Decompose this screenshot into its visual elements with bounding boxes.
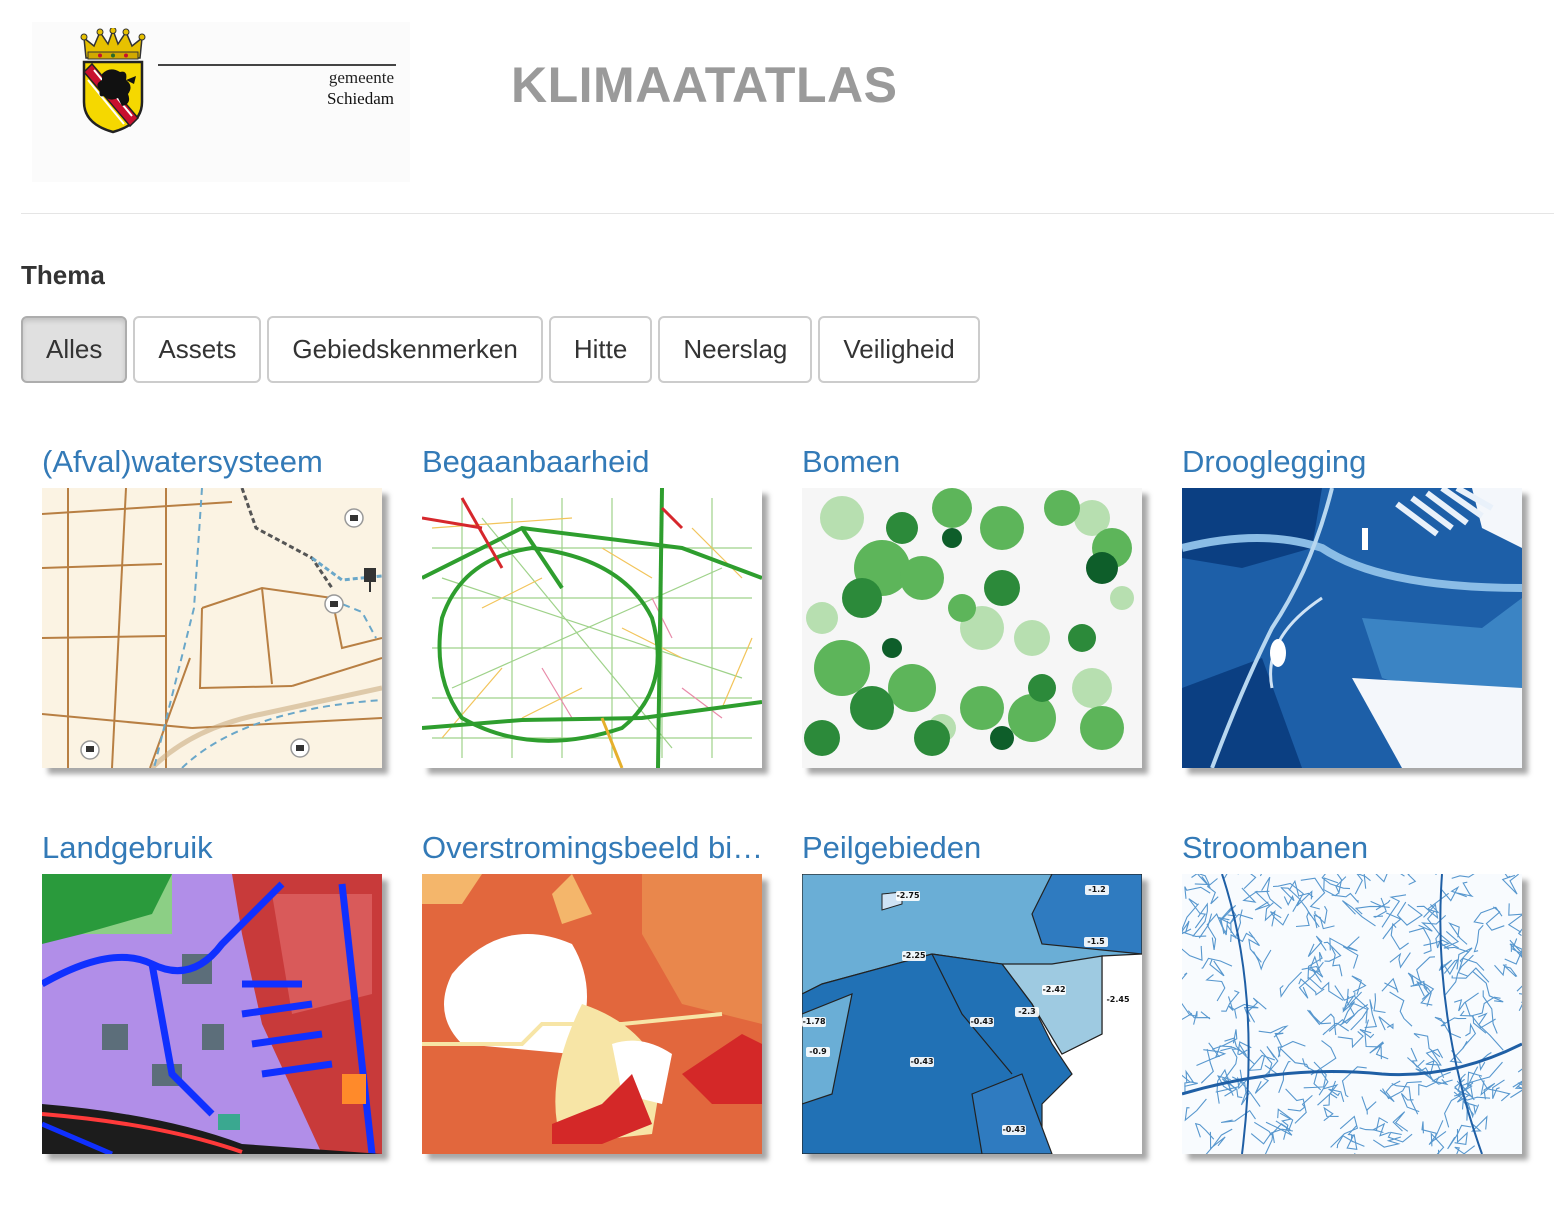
map-title-drooglegging[interactable]: Drooglegging (1182, 444, 1524, 480)
logo-rule (158, 64, 396, 66)
filter-alles-button[interactable]: Alles (21, 316, 128, 383)
map-tile-peilgebieden: Peilgebieden -2.75 -1.2 -1.5 -2.25 -2.42 -2.4… (802, 830, 1144, 1156)
logo-text-gemeente: gemeente (328, 68, 394, 87)
peil-level-label: -1.78 (802, 1017, 825, 1026)
map-thumbnail-overstromingsbeeld[interactable] (422, 874, 762, 1154)
filter-gebiedskenmerken-button[interactable]: Gebiedskenmerken (267, 316, 543, 383)
filter-neerslag-button[interactable]: Neerslag (658, 316, 813, 383)
map-thumbnail-drooglegging[interactable] (1182, 488, 1522, 768)
map-tile-begaanbaarheid: Begaanbaarheid (422, 444, 764, 770)
site-title: KLIMAATATLAS (511, 57, 898, 113)
theme-filter-group: Alles Assets Gebiedskenmerken Hitte Neer… (21, 316, 980, 383)
thema-label: Thema (21, 260, 105, 290)
map-title-stroombanen[interactable]: Stroombanen (1182, 830, 1524, 866)
map-thumbnail-begaanbaarheid[interactable] (422, 488, 762, 768)
peil-level-label: -0.43 (910, 1057, 933, 1066)
peil-level-label: -1.5 (1087, 937, 1105, 946)
map-title-afvalwatersysteem[interactable]: (Afval)watersysteem (42, 444, 384, 480)
map-title-bomen[interactable]: Bomen (802, 444, 1144, 480)
map-thumbnail-afvalwatersysteem[interactable] (42, 488, 382, 768)
map-tile-landgebruik: Landgebruik (42, 830, 384, 1156)
map-tile-stroombanen: Stroombanen (1182, 830, 1524, 1156)
header-divider (21, 213, 1554, 214)
map-thumbnail-peilgebieden[interactable]: -2.75 -1.2 -1.5 -2.25 -2.42 -2.45 -2.3 -0.43 -1.… (802, 874, 1142, 1154)
map-title-begaanbaarheid[interactable]: Begaanbaarheid (422, 444, 764, 480)
map-thumbnail-landgebruik[interactable] (42, 874, 382, 1154)
filter-assets-button[interactable]: Assets (133, 316, 262, 383)
peil-level-label: -0.43 (970, 1017, 993, 1026)
peil-level-label: -0.9 (809, 1047, 827, 1056)
peil-level-label: -2.75 (896, 891, 919, 900)
map-tile-bomen: Bomen (802, 444, 1144, 770)
map-tile-drooglegging: Drooglegging (1182, 444, 1524, 770)
schiedam-crest-icon (80, 28, 146, 134)
map-title-landgebruik[interactable]: Landgebruik (42, 830, 384, 866)
peil-level-label: -2.42 (1042, 985, 1065, 994)
logo-text-schiedam: Schiedam (326, 89, 394, 108)
page-header: gemeente Schiedam KLIMAATATLAS (0, 0, 1554, 214)
peil-level-label: -0.43 (1002, 1125, 1025, 1134)
map-title-overstromingsbeeld[interactable]: Overstromingsbeeld bij dijkdoorbraak (422, 830, 764, 866)
peil-level-label: -1.2 (1088, 885, 1106, 894)
map-thumbnail-bomen[interactable] (802, 488, 1142, 768)
map-title-peilgebieden[interactable]: Peilgebieden (802, 830, 1144, 866)
filter-veiligheid-button[interactable]: Veiligheid (818, 316, 980, 383)
map-tile-afvalwatersysteem: (Afval)watersysteem (42, 444, 384, 770)
peil-level-label: -2.3 (1018, 1007, 1036, 1016)
map-tile-overstromingsbeeld: Overstromingsbeeld bij dijkdoorbraak (422, 830, 764, 1156)
peil-level-label: -2.25 (902, 951, 925, 960)
peil-level-label: -2.45 (1106, 995, 1129, 1004)
filter-hitte-button[interactable]: Hitte (548, 316, 653, 383)
map-thumbnail-stroombanen[interactable] (1182, 874, 1522, 1154)
